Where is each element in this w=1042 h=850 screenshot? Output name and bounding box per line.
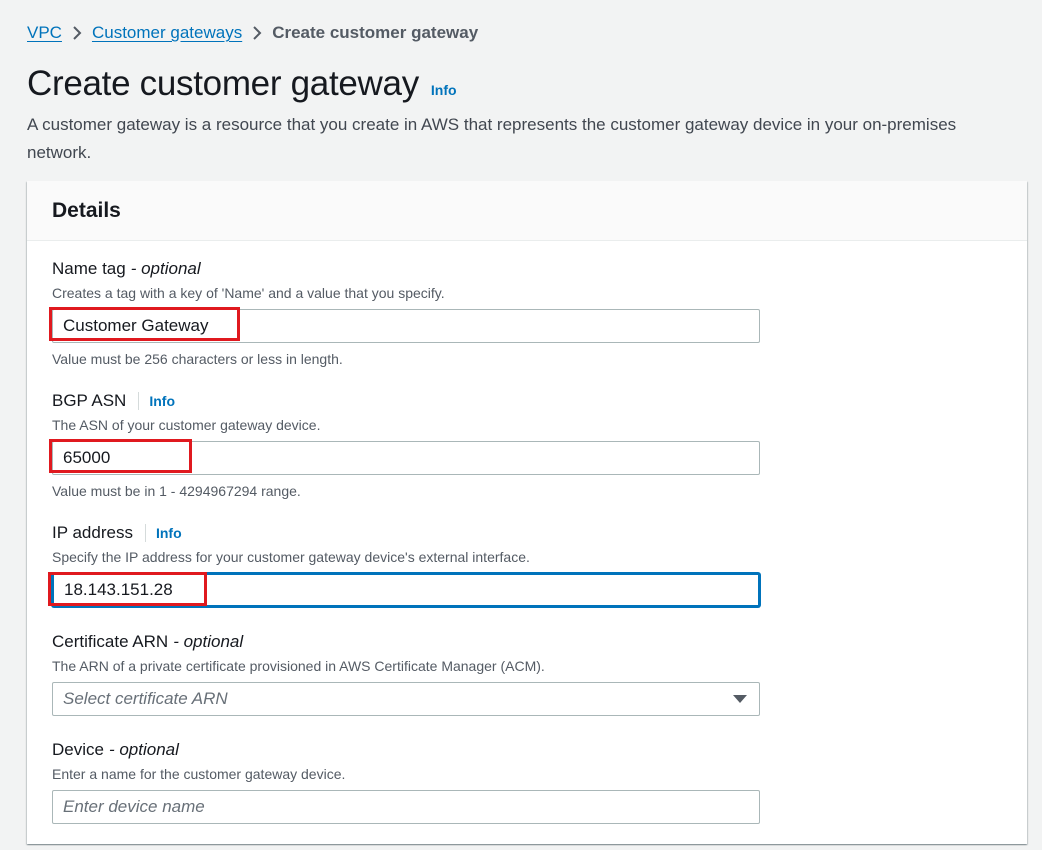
ip-address-input[interactable] — [52, 573, 760, 607]
bgp-asn-constraint: Value must be in 1 - 4294967294 range. — [52, 483, 301, 499]
certificate-arn-select-wrapper: Select certificate ARN — [52, 682, 760, 716]
certificate-arn-label: Certificate ARN - optional — [52, 631, 760, 653]
bgp-asn-input[interactable] — [52, 441, 760, 475]
label-divider — [138, 392, 140, 410]
label-divider — [144, 524, 146, 542]
page-description: A customer gateway is a resource that yo… — [27, 115, 957, 162]
device-description: Enter a name for the customer gateway de… — [52, 766, 346, 782]
ip-address-description: Specify the IP address for your customer… — [52, 549, 530, 565]
create-customer-gateway-page: VPC Customer gateways Create customer ga… — [0, 0, 1042, 850]
ip-address-input-wrapper — [48, 572, 760, 607]
certificate-arn-field: Certificate ARN - optional The ARN of a … — [52, 631, 760, 716]
name-tag-input[interactable] — [52, 309, 760, 343]
breadcrumb: VPC Customer gateways Create customer ga… — [27, 22, 478, 44]
ip-address-label: IP address Info — [52, 522, 760, 544]
device-label-text: Device — [52, 740, 104, 759]
breadcrumb-current: Create customer gateway — [272, 23, 479, 42]
certificate-arn-select[interactable]: Select certificate ARN — [52, 682, 760, 716]
bgp-asn-description: The ASN of your customer gateway device. — [52, 417, 321, 433]
details-panel-title: Details — [52, 198, 121, 222]
caret-down-icon — [733, 689, 747, 709]
name-tag-description: Creates a tag with a key of 'Name' and a… — [52, 285, 445, 301]
certificate-arn-placeholder: Select certificate ARN — [63, 689, 228, 708]
page-header: Create customer gateway Info — [27, 64, 457, 104]
bgp-asn-label: BGP ASN Info — [52, 390, 760, 412]
chevron-right-icon — [62, 25, 92, 41]
breadcrumb-vpc-link[interactable]: VPC — [27, 23, 62, 43]
certificate-arn-optional-text: - optional — [173, 632, 244, 651]
page-title: Create customer gateway — [27, 64, 419, 103]
name-tag-optional-text: - optional — [130, 259, 201, 278]
details-panel-header: Details — [27, 181, 1027, 241]
device-input-wrapper — [52, 790, 760, 824]
ip-address-label-text: IP address — [52, 523, 133, 542]
ip-address-info-link[interactable]: Info — [156, 525, 182, 541]
name-tag-field: Name tag - optional Creates a tag with a… — [49, 258, 760, 368]
bgp-asn-field: BGP ASN Info The ASN of your customer ga… — [49, 390, 760, 500]
details-panel: Details Name tag - optional Creates a ta… — [27, 181, 1027, 844]
certificate-arn-label-text: Certificate ARN — [52, 632, 169, 651]
device-optional-text: - optional — [108, 740, 179, 759]
name-tag-label: Name tag - optional — [52, 258, 760, 280]
bgp-asn-info-link[interactable]: Info — [149, 393, 175, 409]
name-tag-label-text: Name tag — [52, 259, 126, 278]
device-name-input[interactable] — [52, 790, 760, 824]
chevron-right-icon — [242, 25, 272, 41]
name-tag-input-wrapper — [49, 307, 760, 343]
device-label: Device - optional — [52, 739, 760, 761]
bgp-asn-input-wrapper — [49, 439, 760, 475]
device-field: Device - optional Enter a name for the c… — [52, 739, 760, 824]
page-info-link[interactable]: Info — [431, 82, 457, 98]
certificate-arn-description: The ARN of a private certificate provisi… — [52, 658, 545, 674]
bgp-asn-label-text: BGP ASN — [52, 391, 127, 410]
ip-address-field: IP address Info Specify the IP address f… — [48, 522, 760, 607]
breadcrumb-customer-gateways-link[interactable]: Customer gateways — [92, 23, 242, 43]
name-tag-constraint: Value must be 256 characters or less in … — [52, 351, 343, 367]
